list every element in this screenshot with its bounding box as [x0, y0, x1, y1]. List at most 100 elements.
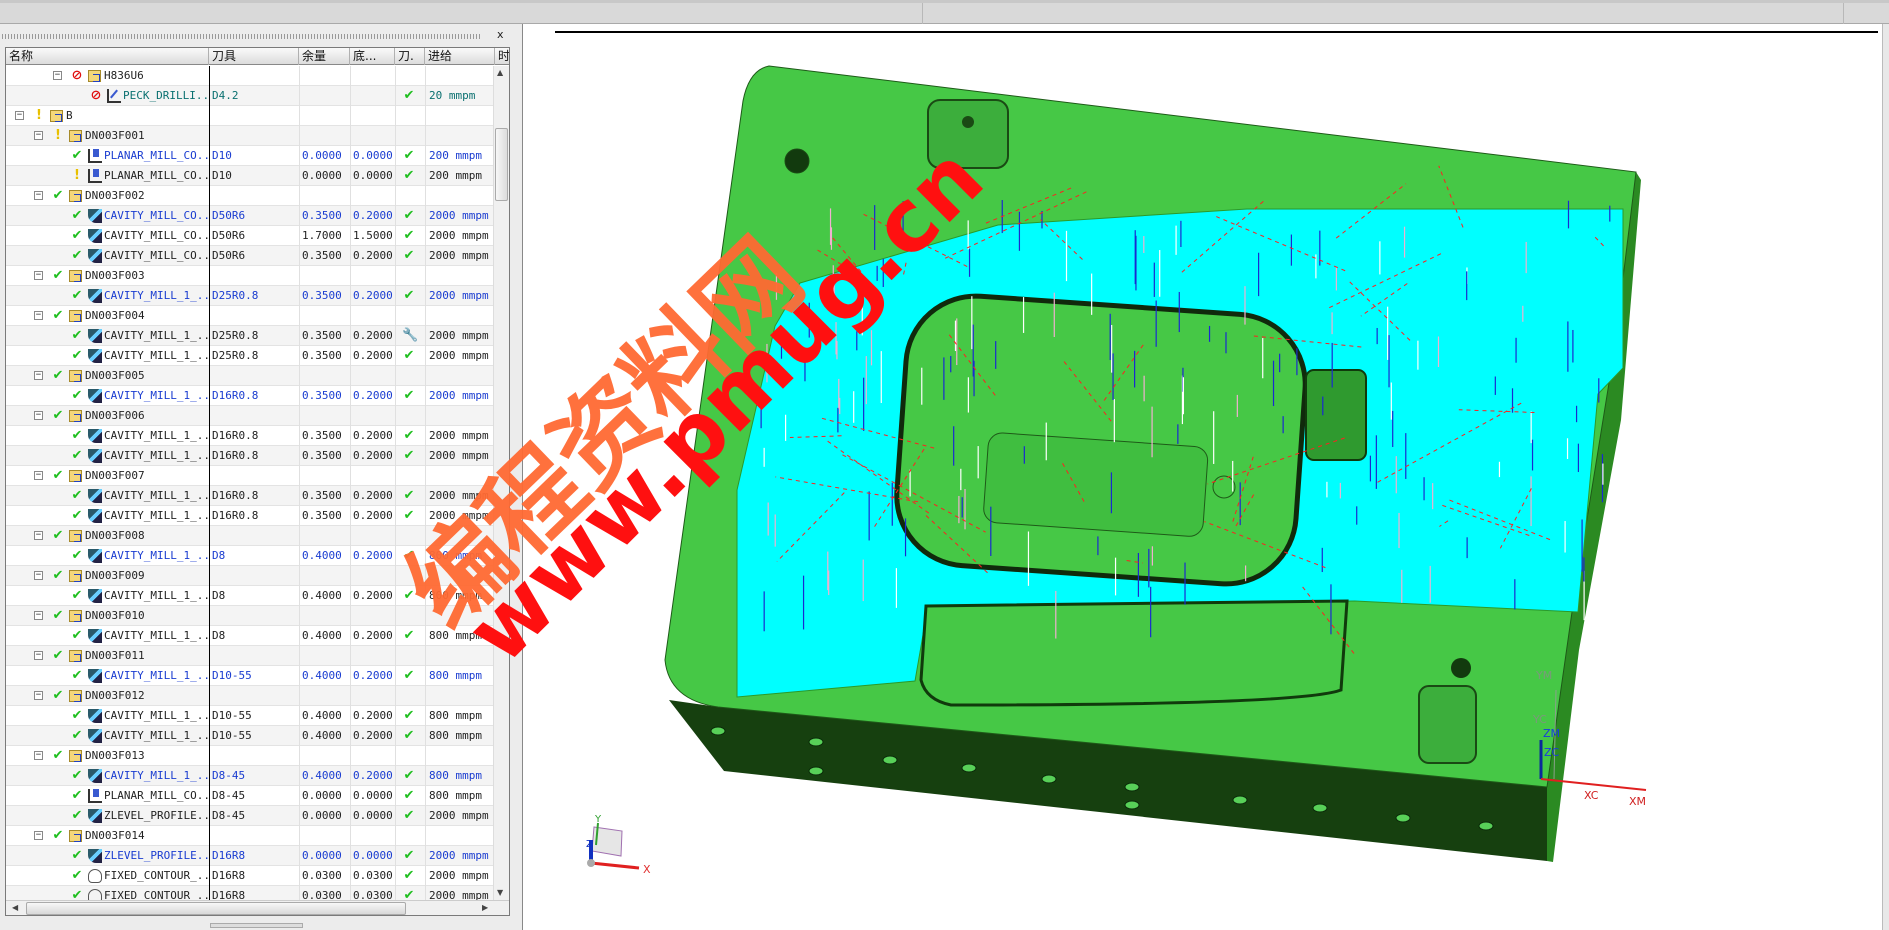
row-name: DN003F014: [85, 829, 145, 842]
tree-group-row[interactable]: − ✔ DN003F010: [6, 606, 493, 626]
horizontal-scroll-thumb[interactable]: [26, 902, 406, 915]
collapse-toggle-icon[interactable]: −: [34, 271, 43, 280]
tree-group-row[interactable]: − ✔ DN003F006: [6, 406, 493, 426]
tree-group-row[interactable]: − ✔ DN003F005: [6, 366, 493, 386]
collapse-toggle-icon[interactable]: −: [34, 651, 43, 660]
toolbar-separator: [922, 3, 923, 24]
row-tool: D10: [212, 149, 232, 162]
row-name: CAVITY_MILL_1_...: [104, 429, 209, 442]
collapse-toggle-icon[interactable]: −: [34, 471, 43, 480]
tree-operation-row[interactable]: ✔ CAVITY_MILL_1_... D16R0.8 0.3500 0.2000 ✔ 20…: [6, 386, 493, 406]
tree-operation-row[interactable]: ✔ PLANAR_MILL_CO... D8-45 0.0000 0.0000 ✔ 800 …: [6, 786, 493, 806]
collapse-toggle-icon[interactable]: −: [34, 531, 43, 540]
column-divider: [395, 66, 396, 900]
panel-splitter[interactable]: [210, 923, 303, 928]
row-floor-stock: 0.2000: [353, 669, 393, 682]
panel-drag-grip[interactable]: [2, 34, 480, 39]
tree-operation-row[interactable]: ✔ CAVITY_MILL_1_... D10-55 0.4000 0.2000 ✔ 800…: [6, 706, 493, 726]
tree-operation-row[interactable]: ✔ CAVITY_MILL_1_... D8-45 0.4000 0.2000 ✔ 800 …: [6, 766, 493, 786]
column-header-feed[interactable]: 进给: [425, 48, 495, 65]
scroll-down-arrow-icon[interactable]: ▼: [497, 888, 503, 897]
status-complete-icon: ✔: [71, 668, 83, 683]
collapse-toggle-icon[interactable]: −: [34, 311, 43, 320]
scroll-left-arrow-icon[interactable]: ◀: [12, 903, 18, 912]
side-hole: [1395, 813, 1411, 823]
status-warning-icon: !: [74, 168, 80, 183]
row-feed: 800 mmpm: [429, 789, 482, 802]
tree-operation-row[interactable]: ⊘ PECK_DRILLI... D4.2 ✔ 20 mmpm: [6, 86, 493, 106]
collapse-toggle-icon[interactable]: −: [34, 611, 43, 620]
tree-group-row[interactable]: − ✔ DN003F013: [6, 746, 493, 766]
tree-operation-row[interactable]: ✔ CAVITY_MILL_1_... D10-55 0.4000 0.2000 ✔ 800…: [6, 666, 493, 686]
status-excluded-icon: ⊘: [71, 68, 83, 83]
collapse-toggle-icon[interactable]: −: [34, 371, 43, 380]
horizontal-scrollbar[interactable]: ◀ ▶: [6, 900, 509, 915]
collapse-toggle-icon[interactable]: −: [34, 691, 43, 700]
status-complete-icon: ✔: [52, 188, 64, 203]
scroll-up-arrow-icon[interactable]: ▲: [497, 68, 503, 77]
column-header-floor-stock[interactable]: 底...: [350, 48, 395, 65]
cavity-operation-icon: [88, 429, 102, 443]
graphics-viewport[interactable]: YM YC ZM ZC XC XM X Y Z: [522, 24, 1889, 930]
collapse-toggle-icon[interactable]: −: [34, 411, 43, 420]
collapse-toggle-icon[interactable]: −: [34, 131, 43, 140]
tree-operation-row[interactable]: ✔ CAVITY_MILL_1_... D25R0.8 0.3500 0.2000 🔧 20…: [6, 326, 493, 346]
tree-operation-row[interactable]: ✔ CAVITY_MILL_CO... D50R6 1.7000 1.5000 ✔ 2000…: [6, 226, 493, 246]
collapse-toggle-icon[interactable]: −: [34, 751, 43, 760]
row-feed: 800 mmpm: [429, 709, 482, 722]
tree-group-row[interactable]: −! B: [6, 106, 493, 126]
status-complete-icon: ✔: [71, 548, 83, 563]
column-header-tool[interactable]: 刀具: [209, 48, 299, 65]
column-header-name[interactable]: 名称: [6, 48, 209, 65]
row-name: DN003F009: [85, 569, 145, 582]
tree-operation-row[interactable]: ! PLANAR_MILL_CO... D10 0.0000 0.0000 ✔ 200 mm…: [6, 166, 493, 186]
row-name: DN003F012: [85, 689, 145, 702]
cavity-operation-icon: [88, 249, 102, 263]
tree-group-row[interactable]: − ✔ DN003F012: [6, 686, 493, 706]
tree-operation-row[interactable]: ✔ CAVITY_MILL_1_... D16R0.8 0.3500 0.2000 ✔ 20…: [6, 426, 493, 446]
row-stock: 0.3500: [302, 509, 342, 522]
column-header-toolpath[interactable]: 刀.: [395, 48, 425, 65]
scroll-right-arrow-icon[interactable]: ▶: [482, 903, 488, 912]
vertical-scroll-thumb[interactable]: [495, 128, 508, 201]
cavity-operation-icon: [88, 809, 102, 823]
row-tool: D16R0.8: [212, 509, 259, 522]
tree-operation-row[interactable]: ✔ CAVITY_MILL_1_... D8 0.4000 0.2000 ✔ 800 mmp…: [6, 626, 493, 646]
tree-group-row[interactable]: − ⊘ H836U6: [6, 66, 493, 86]
panel-close-button[interactable]: x: [497, 28, 504, 41]
tree-operation-row[interactable]: ✔ ZLEVEL_PROFILE... D16R8 0.0000 0.0000 ✔ 2000…: [6, 846, 493, 866]
collapse-toggle-icon[interactable]: −: [34, 571, 43, 580]
tree-group-row[interactable]: − ✔ DN003F011: [6, 646, 493, 666]
part-model-view[interactable]: YM YC ZM ZC XC XM X Y Z: [523, 24, 1889, 930]
tree-operation-row[interactable]: ✔ FIXED_CONTOUR_... D16R8 0.0300 0.0300 ✔ 2000…: [6, 886, 493, 900]
collapse-toggle-icon[interactable]: −: [53, 71, 62, 80]
tree-group-row[interactable]: − ✔ DN003F004: [6, 306, 493, 326]
cavity-operation-icon: [88, 349, 102, 363]
tree-group-row[interactable]: − ✔ DN003F014: [6, 826, 493, 846]
row-feed: 20 mmpm: [429, 89, 476, 102]
tree-group-row[interactable]: − ✔ DN003F002: [6, 186, 493, 206]
tree-operation-row[interactable]: ✔ ZLEVEL_PROFILE... D8-45 0.0000 0.0000 ✔ 2000…: [6, 806, 493, 826]
tree-group-row[interactable]: − ✔ DN003F003: [6, 266, 493, 286]
collapse-toggle-icon[interactable]: −: [34, 191, 43, 200]
side-hole: [1312, 803, 1328, 813]
column-header-stock[interactable]: 余量: [299, 48, 350, 65]
tree-operation-row[interactable]: ✔ CAVITY_MILL_1_... D16R0.8 0.3500 0.2000 ✔ 20…: [6, 446, 493, 466]
toolpath-status-icon: ✔: [403, 708, 415, 723]
tree-operation-row[interactable]: ✔ PLANAR_MILL_CO... D10 0.0000 0.0000 ✔ 200 mm…: [6, 146, 493, 166]
status-complete-icon: ✔: [71, 228, 83, 243]
collapse-toggle-icon[interactable]: −: [34, 831, 43, 840]
tree-operation-row[interactable]: ✔ CAVITY_MILL_CO... D50R6 0.3500 0.2000 ✔ 2000…: [6, 246, 493, 266]
tree-group-row[interactable]: −! DN003F001: [6, 126, 493, 146]
tree-operation-row[interactable]: ✔ CAVITY_MILL_1_... D25R0.8 0.3500 0.2000 ✔ 20…: [6, 346, 493, 366]
tree-group-row[interactable]: − ✔ DN003F007: [6, 466, 493, 486]
tree-operation-row[interactable]: ✔ CAVITY_MILL_CO... D50R6 0.3500 0.2000 ✔ 2000…: [6, 206, 493, 226]
column-header-time[interactable]: 时: [495, 48, 509, 65]
row-feed: 2000 mmpm: [429, 889, 489, 900]
tree-operation-row[interactable]: ✔ CAVITY_MILL_1_... D10-55 0.4000 0.2000 ✔ 800…: [6, 726, 493, 746]
row-name: PECK_DRILLI...: [123, 89, 209, 102]
row-floor-stock: 0.2000: [353, 509, 393, 522]
tree-operation-row[interactable]: ✔ CAVITY_MILL_1_... D25R0.8 0.3500 0.2000 ✔ 20…: [6, 286, 493, 306]
tree-operation-row[interactable]: ✔ FIXED_CONTOUR_... D16R8 0.0300 0.0300 ✔ 2000…: [6, 866, 493, 886]
collapse-toggle-icon[interactable]: −: [15, 111, 24, 120]
